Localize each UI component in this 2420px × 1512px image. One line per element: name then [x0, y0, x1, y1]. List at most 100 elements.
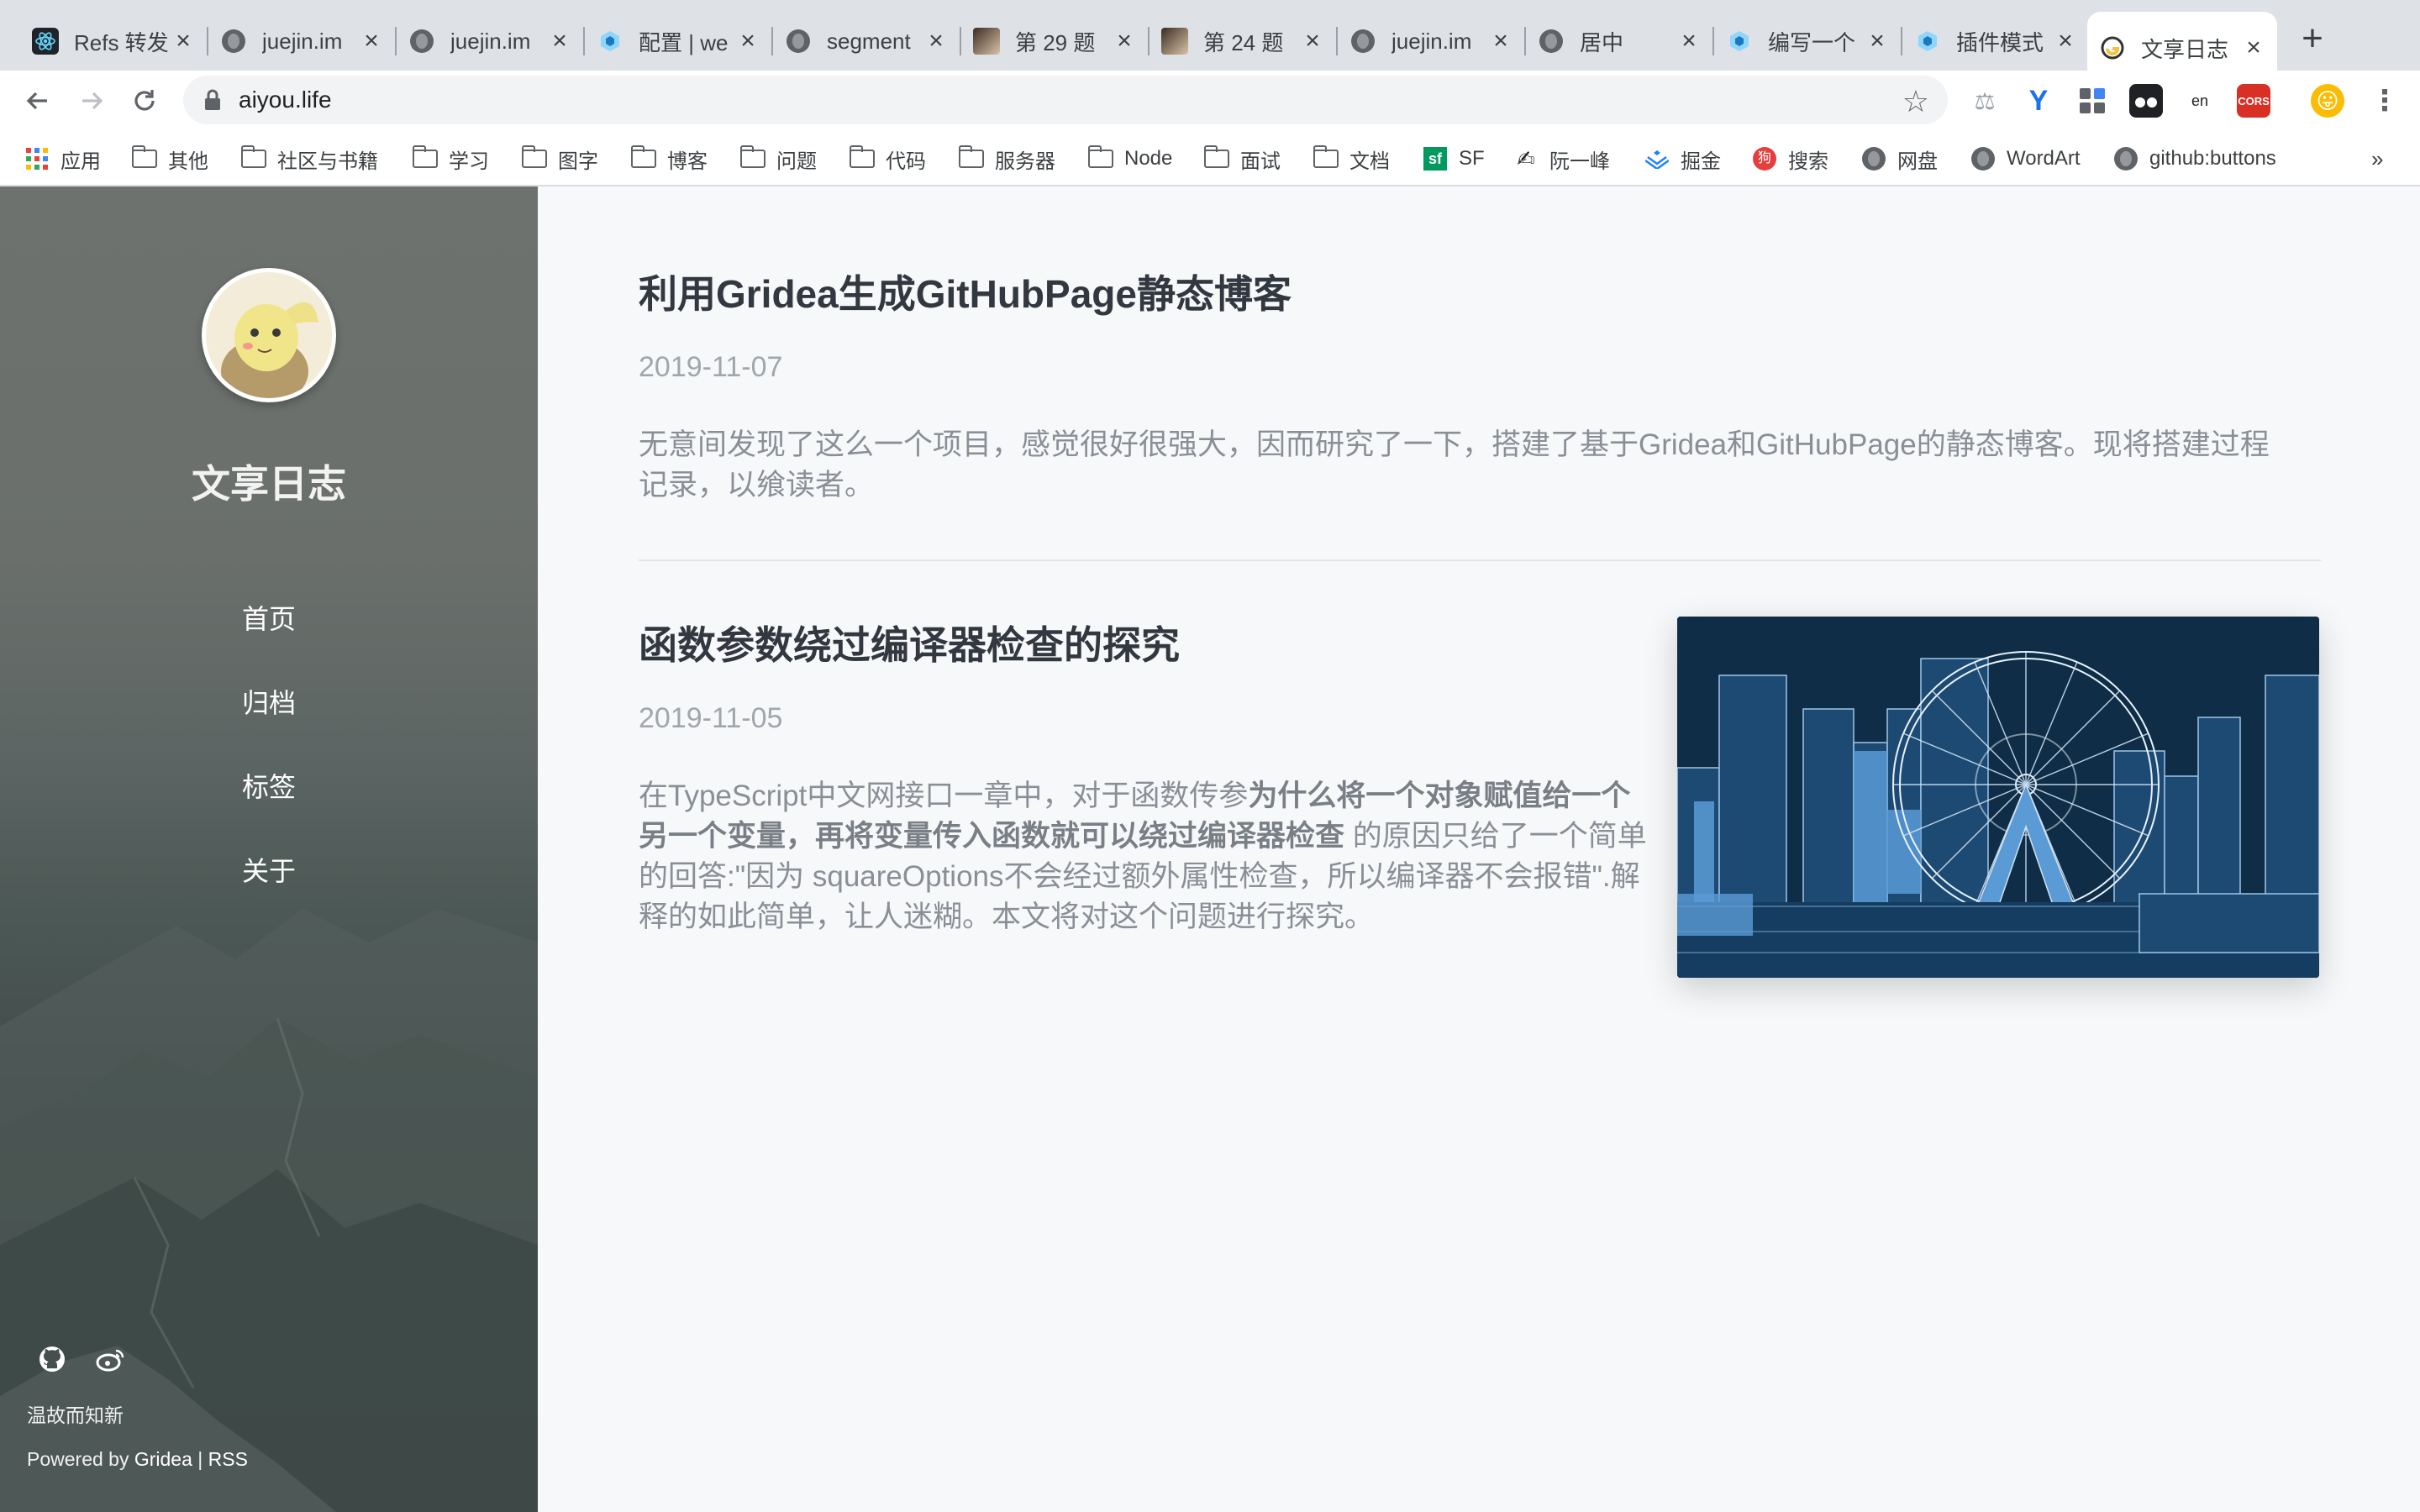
browser-tab[interactable]: 编写一个 × [1714, 15, 1902, 67]
bookmark-folder[interactable]: 社区与书籍 [240, 141, 378, 176]
reload-button[interactable] [126, 82, 163, 119]
bookmark-folder[interactable]: 问题 [739, 141, 817, 176]
bookmark-folder[interactable]: 图字 [521, 141, 598, 176]
url-text: aiyou.life [239, 87, 332, 113]
tab-title: 配置 | we [639, 29, 729, 55]
tab-title: juejin.im [450, 28, 531, 54]
bookmark-label: 学习 [449, 150, 489, 173]
lock-icon[interactable] [202, 87, 224, 113]
close-icon[interactable]: × [736, 29, 760, 54]
folder-icon [1087, 145, 1114, 171]
browser-tab[interactable]: 配置 | we × [585, 15, 773, 67]
close-icon[interactable]: × [1677, 29, 1701, 54]
nav-archive[interactable]: 归档 [0, 682, 538, 721]
close-icon[interactable]: × [924, 29, 948, 54]
post-title[interactable]: 函数参数绕过编译器检查的探究 [639, 615, 1180, 670]
bookmark-link[interactable]: github:buttons [2112, 141, 2276, 176]
bookmark-folder[interactable]: 学习 [412, 141, 489, 176]
bookmark-sogou[interactable]: 狗 搜索 [1751, 141, 1828, 176]
bookmark-link[interactable]: WordArt [1970, 141, 2081, 176]
bookmark-folder[interactable]: 面试 [1203, 141, 1281, 176]
close-icon[interactable]: × [1865, 29, 1889, 54]
folder-icon [240, 145, 267, 171]
bookmark-apps[interactable]: 应用 [24, 141, 101, 176]
browser-tab[interactable]: 插件模式 × [1902, 15, 2089, 67]
bookmark-folder[interactable]: 博客 [630, 141, 708, 176]
globe-icon [220, 28, 247, 55]
bookmark-juejin[interactable]: 掘金 [1644, 141, 1721, 176]
rss-link[interactable]: RSS [208, 1448, 248, 1470]
segmentfault-icon: sf [1422, 147, 1449, 171]
close-icon[interactable]: × [2054, 29, 2077, 54]
bookmark-folder[interactable]: 服务器 [958, 141, 1055, 176]
close-icon[interactable]: × [360, 29, 383, 54]
weibo-icon[interactable] [96, 1344, 126, 1374]
folder-icon [849, 145, 876, 171]
globe-icon [408, 28, 435, 55]
bookmark-label: SF [1459, 147, 1485, 170]
bookmark-label: 社区与书籍 [277, 150, 378, 173]
github-icon[interactable] [37, 1344, 67, 1374]
bookmark-folder[interactable]: 其他 [131, 141, 208, 176]
bookmark-link[interactable]: 网盘 [1860, 141, 1938, 176]
tab-title: juejin.im [262, 28, 343, 54]
bookmark-sf[interactable]: sf SF [1422, 141, 1485, 176]
profile-avatar[interactable]: 😛 [2311, 84, 2344, 118]
new-tab-button[interactable]: + [2294, 20, 2331, 59]
forward-button[interactable] [74, 82, 111, 119]
browser-tab[interactable]: segment × [773, 15, 961, 67]
browser-toolbar: aiyou.life ☆ ⚖ Y en CORS 😛 ⋮ [0, 71, 2420, 131]
post-divider [639, 559, 2321, 561]
browser-tab[interactable]: 第 24 题 × [1150, 15, 1338, 67]
bookmark-label: 其他 [168, 150, 208, 173]
nav-tags[interactable]: 标签 [0, 766, 538, 805]
bookmark-ruanyifeng[interactable]: ✍ 阮一峰 [1512, 141, 1610, 176]
browser-tab[interactable]: Refs 转发 × [20, 15, 208, 67]
cors-extension-icon[interactable]: CORS [2237, 84, 2270, 118]
bookmark-label: 阮一峰 [1549, 150, 1610, 173]
translate-icon[interactable]: en [2183, 84, 2217, 118]
site-motto: 温故而知新 [27, 1404, 124, 1426]
tampermonkey-icon[interactable] [2129, 84, 2163, 118]
gridea-link[interactable]: Gridea [134, 1448, 192, 1470]
bookmark-label: 搜索 [1788, 150, 1828, 173]
close-icon[interactable]: × [1113, 29, 1136, 54]
browser-tab[interactable]: juejin.im × [1338, 15, 1526, 67]
vue-devtools-icon[interactable]: Y [2022, 84, 2055, 118]
browser-tab[interactable]: 居中 × [1526, 15, 1714, 67]
bookmarks-overflow-button[interactable]: » [2371, 141, 2383, 176]
folder-icon [1313, 145, 1339, 171]
browser-tab[interactable]: 第 29 题 × [961, 15, 1150, 67]
avatar-icon [973, 28, 1000, 55]
close-icon[interactable]: × [1489, 29, 1512, 54]
browser-tab[interactable]: juejin.im × [397, 15, 585, 67]
close-icon[interactable]: × [1301, 29, 1324, 54]
post-feature-image[interactable] [1677, 617, 2319, 978]
nav-home[interactable]: 首页 [0, 598, 538, 637]
folder-icon [630, 145, 657, 171]
bookmark-folder[interactable]: 代码 [849, 141, 926, 176]
react-icon [32, 28, 59, 55]
post-title[interactable]: 利用Gridea生成GitHubPage静态博客 [639, 264, 1292, 319]
close-icon[interactable]: × [2242, 35, 2265, 60]
juejin-icon [1644, 147, 1670, 171]
avatar[interactable] [202, 268, 336, 402]
bookmark-star-icon[interactable]: ☆ [1902, 84, 1929, 119]
close-icon[interactable]: × [171, 29, 195, 54]
close-icon[interactable]: × [548, 29, 571, 54]
bookmark-folder[interactable]: 文档 [1313, 141, 1390, 176]
back-button[interactable] [18, 82, 55, 119]
apps-extension-icon[interactable] [2075, 84, 2109, 118]
network-extension-icon[interactable]: ⚖ [1968, 84, 2002, 118]
address-bar[interactable]: aiyou.life ☆ [183, 76, 1948, 124]
reload-icon [134, 90, 155, 111]
browser-menu-icon[interactable]: ⋮ [2368, 84, 2402, 118]
apps-grid-icon [24, 147, 50, 171]
browser-tab[interactable]: juejin.im × [208, 15, 397, 67]
globe-icon [2112, 147, 2139, 171]
nav-about[interactable]: 关于 [0, 850, 538, 889]
gridea-icon [2099, 34, 2126, 61]
blog-name[interactable]: 文享日志 [0, 454, 538, 509]
bookmark-folder[interactable]: Node [1087, 141, 1172, 176]
post-excerpt: 在TypeScript中文网接口一章中，对于函数传参为什么将一个对象赋值给一个另… [639, 776, 1647, 937]
